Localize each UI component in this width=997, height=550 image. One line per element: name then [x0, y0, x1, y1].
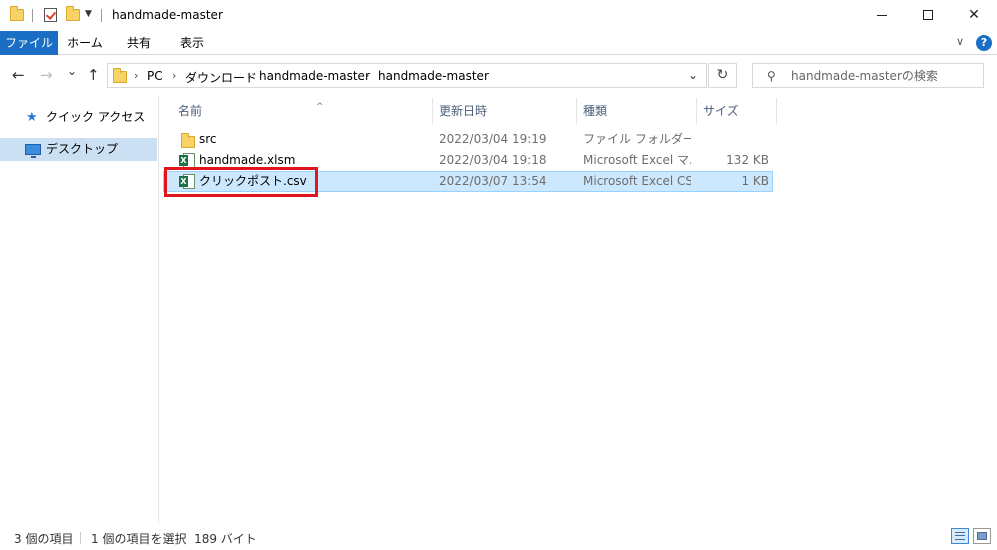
annotation-highlight-box	[164, 167, 318, 197]
toolbar-divider	[101, 9, 102, 22]
sort-ascending-icon: ^	[316, 102, 324, 112]
breadcrumb-pc[interactable]: PC	[147, 69, 163, 83]
help-icon[interactable]: ?	[976, 35, 992, 51]
details-view-button[interactable]	[951, 528, 969, 544]
column-header-type[interactable]: 種類	[583, 100, 683, 122]
file-type: Microsoft Excel CS...	[583, 174, 691, 188]
search-icon: ⚲	[767, 69, 776, 83]
column-divider[interactable]	[432, 98, 433, 124]
column-divider[interactable]	[696, 98, 697, 124]
close-button[interactable]: ✕	[951, 0, 997, 31]
window-title: handmade-master	[112, 8, 223, 22]
nav-item-label: クイック アクセス	[46, 110, 146, 124]
file-name: src	[199, 132, 217, 146]
new-folder-icon[interactable]	[66, 6, 80, 21]
star-icon: ★	[26, 110, 38, 125]
refresh-icon: ↻	[716, 67, 729, 83]
file-date: 2022/03/04 19:18	[439, 153, 547, 167]
file-size: 132 KB	[726, 153, 769, 167]
column-header-name[interactable]: 名前 ^	[178, 100, 428, 122]
file-row-src[interactable]: src 2022/03/04 19:19 ファイル フォルダー	[163, 129, 773, 150]
breadcrumb-separator: ›	[172, 69, 177, 82]
breadcrumb-separator: ›	[247, 69, 252, 82]
quick-access-dropdown-icon[interactable]: ▼	[85, 9, 92, 19]
column-divider[interactable]	[776, 98, 777, 124]
close-icon: ✕	[968, 7, 980, 23]
file-list: 名前 ^ 更新日時 種類 サイズ src 2022/03/04 19:19 ファ…	[160, 96, 997, 523]
selection-info: 1 個の項目を選択 189 バイト	[91, 532, 257, 546]
tab-view[interactable]: 表示	[167, 31, 217, 55]
breadcrumb-handmade-master-current[interactable]: handmade-master	[378, 69, 489, 83]
folder-icon	[113, 68, 127, 83]
folder-icon	[10, 6, 24, 21]
maximize-icon	[923, 10, 933, 20]
search-box[interactable]: ⚲	[752, 63, 984, 88]
title-bar: ▼ handmade-master ✕	[0, 0, 997, 31]
properties-icon[interactable]	[44, 8, 57, 22]
column-header-date[interactable]: 更新日時	[439, 100, 569, 122]
toolbar-divider	[32, 9, 33, 22]
large-icons-view-icon	[977, 532, 987, 540]
tab-share[interactable]: 共有	[114, 31, 164, 55]
column-divider[interactable]	[576, 98, 577, 124]
file-size: 1 KB	[741, 174, 769, 188]
desktop-icon	[25, 144, 41, 158]
recent-locations-button[interactable]: ⌄	[67, 64, 77, 78]
item-count: 3 個の項目	[14, 532, 74, 546]
ribbon-expand-icon[interactable]: ∨	[956, 35, 964, 48]
nav-item-desktop[interactable]: デスクトップ	[0, 138, 157, 161]
tab-home[interactable]: ホーム	[60, 31, 110, 55]
breadcrumb-separator: ›	[365, 69, 370, 82]
minimize-button[interactable]	[859, 0, 905, 31]
breadcrumb-separator: ›	[134, 69, 139, 82]
breadcrumb-handmade-master[interactable]: handmade-master	[259, 69, 370, 83]
minimize-icon	[877, 14, 887, 16]
column-header-size[interactable]: サイズ	[703, 100, 773, 122]
forward-button[interactable]: →	[40, 66, 53, 84]
refresh-button[interactable]: ↻	[708, 63, 737, 88]
up-button[interactable]: ↑	[87, 66, 100, 84]
file-type: ファイル フォルダー	[583, 132, 691, 146]
folder-icon	[181, 133, 195, 148]
nav-item-quick-access[interactable]: ★ クイック アクセス	[0, 106, 157, 129]
tab-file[interactable]: ファイル	[0, 31, 58, 55]
column-header-label: 名前	[178, 104, 203, 118]
status-divider	[80, 532, 81, 544]
nav-item-label: デスクトップ	[46, 142, 119, 156]
ribbon-tabs: ファイル ホーム 共有 表示 ∨ ?	[0, 31, 997, 55]
file-date: 2022/03/07 13:54	[439, 174, 547, 188]
navigation-pane: ★ クイック アクセス デスクトップ	[0, 96, 159, 523]
search-input[interactable]	[791, 68, 981, 84]
back-button[interactable]: ←	[12, 66, 25, 84]
large-icons-view-button[interactable]	[973, 528, 991, 544]
file-type: Microsoft Excel マ...	[583, 153, 691, 167]
address-dropdown-icon[interactable]: ⌄	[688, 68, 698, 82]
status-bar: 3 個の項目 1 個の項目を選択 189 バイト	[0, 523, 997, 550]
file-date: 2022/03/04 19:19	[439, 132, 547, 146]
address-bar[interactable]: › PC › ダウンロード › handmade-master › handma…	[107, 63, 707, 88]
address-row: ← → ⌄ ↑ › PC › ダウンロード › handmade-master …	[0, 56, 997, 96]
maximize-button[interactable]	[905, 0, 951, 31]
details-view-icon	[955, 532, 965, 540]
